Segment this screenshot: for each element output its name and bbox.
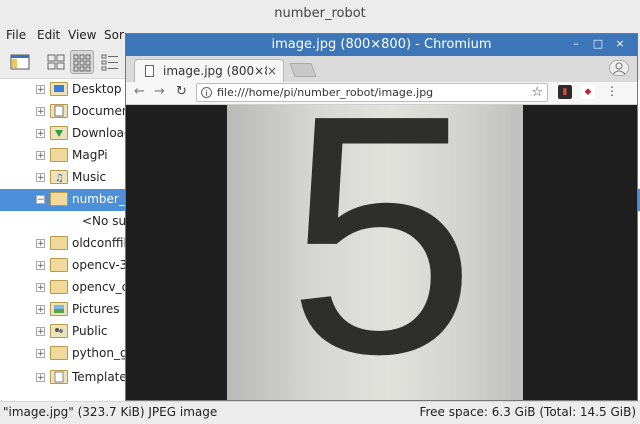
folder-templates-icon (50, 370, 68, 384)
expander[interactable]: + (36, 373, 45, 383)
expander[interactable]: + (36, 349, 45, 359)
tree-item-label: Music (72, 170, 107, 184)
page-icon (145, 65, 154, 77)
folder-public-icon (50, 324, 68, 338)
folder-icon (50, 346, 68, 360)
profile-icon (612, 62, 626, 75)
tab-title: image.jpg (800×800) (163, 64, 267, 78)
sidebar-toggle-button[interactable] (8, 50, 32, 74)
expander[interactable]: + (36, 239, 45, 249)
compact-view-icon (73, 54, 91, 72)
menu-edit[interactable]: Edit (37, 28, 60, 42)
tree-item-label: Desktop (72, 82, 122, 96)
forward-icon[interactable]: → (154, 84, 165, 99)
folder-pictures-icon (50, 302, 68, 316)
folder-icon (50, 280, 68, 294)
status-bar: "image.jpg" (323.7 KiB) JPEG image Free … (0, 401, 640, 424)
folder-open-icon (50, 192, 68, 206)
handwritten-digit: 5 (287, 105, 477, 400)
tab-image-jpg[interactable]: image.jpg (800×800) × (134, 59, 284, 82)
chromium-window: image.jpg (800×800) - Chromium – □ × ima… (125, 33, 638, 401)
chromium-window-title: image.jpg (800×800) - Chromium (271, 37, 492, 52)
tree-item-label: Templates (72, 370, 134, 384)
minimize-button[interactable]: – (569, 37, 583, 51)
free-space-info: Free space: 6.3 GiB (Total: 14.5 GiB) (419, 405, 636, 419)
back-icon[interactable]: ← (134, 84, 145, 99)
tab-close-icon[interactable]: × (267, 64, 277, 78)
profile-button[interactable] (609, 60, 629, 76)
folder-documents-icon (50, 104, 68, 118)
new-tab-button[interactable] (289, 63, 317, 77)
menu-icon[interactable]: ⋮ (606, 84, 618, 98)
sidebar-icon (10, 54, 30, 70)
folder-icon (50, 236, 68, 250)
folder-icon (50, 148, 68, 162)
tree-item-label: MagPi (72, 148, 108, 162)
folder-desktop-icon (50, 82, 68, 96)
maximize-button[interactable]: □ (591, 37, 605, 51)
window-title: number_robot (0, 0, 640, 26)
expander[interactable]: + (36, 305, 45, 315)
folder-music-icon: ♫ (50, 170, 68, 184)
info-icon[interactable]: i (201, 87, 212, 98)
compact-view-button[interactable] (70, 50, 94, 74)
ublock-icon[interactable]: ◆ (581, 85, 595, 99)
expander[interactable]: + (36, 283, 45, 293)
svg-text:♫: ♫ (55, 173, 64, 183)
image-viewport: 5 (126, 105, 637, 400)
url-text: file:///home/pi/number_robot/image.jpg (217, 86, 434, 99)
expander[interactable]: + (36, 151, 45, 161)
list-view-button[interactable] (98, 50, 122, 74)
close-window-button[interactable]: × (613, 37, 627, 51)
menu-sort[interactable]: Sor (104, 28, 124, 42)
folder-icon (50, 258, 68, 272)
address-bar[interactable]: i file:///home/pi/number_robot/image.jpg… (196, 83, 548, 102)
tree-item-label: Public (72, 324, 108, 338)
menu-view[interactable]: View (68, 28, 96, 42)
expander[interactable]: + (36, 173, 45, 183)
expander[interactable]: + (36, 129, 45, 139)
tab-strip: image.jpg (800×800) × (126, 56, 637, 82)
browser-toolbar: ← → ↻ i file:///home/pi/number_robot/ima… (126, 82, 637, 105)
folder-downloads-icon (50, 126, 68, 140)
expander[interactable]: + (36, 327, 45, 337)
expander[interactable]: + (36, 261, 45, 271)
tree-item-label: opencv-3. (72, 258, 132, 272)
list-view-icon (101, 54, 118, 71)
collapse-expander[interactable]: − (36, 195, 45, 205)
menu-file[interactable]: File (6, 28, 26, 42)
reload-icon[interactable]: ↻ (176, 84, 187, 99)
extension-icon[interactable]: ▮ (558, 85, 572, 99)
displayed-image[interactable]: 5 (227, 105, 523, 400)
expander[interactable]: + (36, 107, 45, 117)
bookmark-star-icon[interactable]: ☆ (531, 85, 543, 100)
tree-item-label: Download (72, 126, 132, 140)
icon-view-icon (47, 54, 65, 70)
expander[interactable]: + (36, 85, 45, 95)
icon-view-button[interactable] (44, 50, 68, 74)
selected-file-info: "image.jpg" (323.7 KiB) JPEG image (3, 405, 218, 419)
chromium-titlebar[interactable]: image.jpg (800×800) - Chromium – □ × (126, 34, 637, 56)
tree-item-label: Pictures (72, 302, 120, 316)
